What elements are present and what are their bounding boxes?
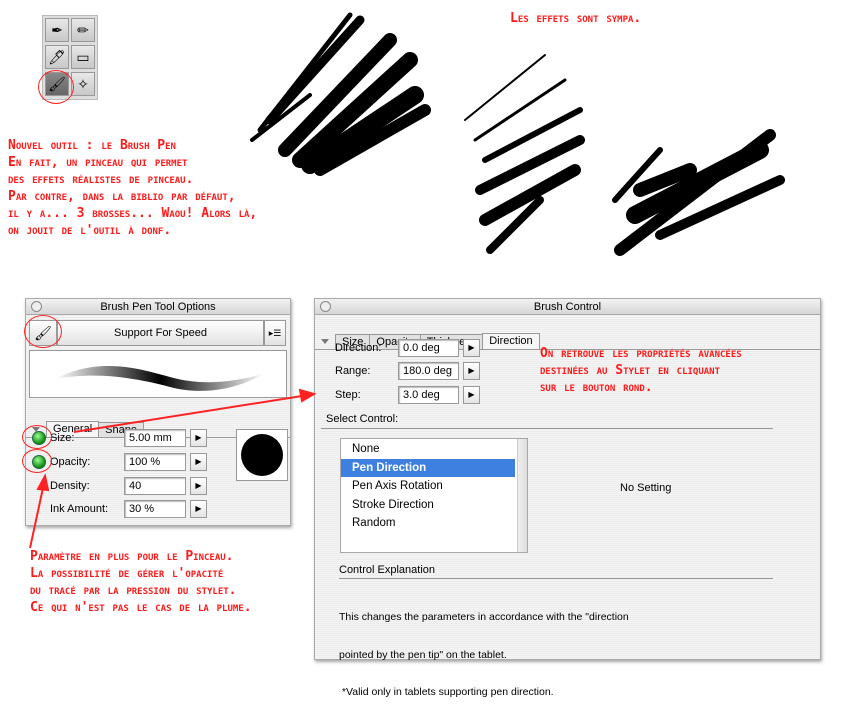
range-label: Range: (335, 365, 371, 377)
highlight-circle (38, 70, 74, 104)
direction-slider-arrow[interactable]: ▶ (463, 339, 480, 357)
control-explanation-text: This changes the parameters in accordanc… (339, 586, 629, 724)
panel-title: Brush Pen Tool Options (100, 301, 216, 313)
list-scrollbar[interactable] (517, 439, 527, 552)
highlight-circle (22, 449, 52, 473)
annotation-opacity: Paramètre en plus pour le Pinceau. La po… (30, 548, 252, 616)
text-line: This changes the parameters in accordanc… (339, 611, 629, 623)
opacity-slider-arrow[interactable]: ▶ (190, 453, 207, 471)
text-line: La possibilité de gérer l'opacité (30, 566, 224, 581)
panel-title-bar[interactable]: Brush Control (315, 299, 820, 315)
panel-title: Brush Control (533, 301, 602, 313)
brush-pen-tool-options-panel: Brush Pen Tool Options 🖌 Support For Spe… (25, 298, 291, 526)
text-line: En fait, un pinceau qui permet (8, 155, 188, 170)
brush-stroke-samples (250, 12, 785, 256)
arrow-head-icon (298, 388, 317, 403)
text-line: des effets réalistes de pinceau. (8, 172, 194, 187)
list-item-pen-direction[interactable]: Pen Direction (341, 458, 515, 477)
list-item-none[interactable]: None (341, 440, 515, 459)
density-input[interactable]: 40 (124, 477, 186, 495)
stroke-preview (29, 350, 287, 398)
preset-dropdown[interactable]: Support For Speed (57, 320, 264, 346)
highlight-circle (24, 315, 62, 348)
range-slider-arrow[interactable]: ▶ (463, 362, 480, 380)
text-line: Ce qui n'est pas le cas de la plume. (30, 600, 252, 615)
sparkle-brush-icon[interactable]: ✧ (71, 72, 95, 96)
highlight-circle (22, 425, 52, 449)
eraser-icon[interactable]: ▭ (71, 45, 95, 69)
range-input[interactable]: 180.0 deg (398, 362, 459, 380)
text-line: pointed by the pen tip" on the tablet. (339, 648, 507, 661)
annotation-stylet: On retrouve les propriétés avancées dest… (540, 345, 742, 396)
text-line: on jouit de l'outil à donf. (8, 223, 172, 238)
size-input[interactable]: 5.00 mm (124, 429, 186, 447)
pencil-icon[interactable]: ✏ (71, 18, 95, 42)
divider (321, 428, 773, 429)
close-button[interactable] (320, 301, 331, 312)
density-label: Density: (50, 480, 90, 492)
opacity-label: Opacity: (50, 456, 91, 468)
tab-direction[interactable]: Direction (482, 333, 540, 349)
text-line: Paramètre en plus pour le Pinceau. (30, 549, 234, 564)
ink-amount-slider-arrow[interactable]: ▶ (190, 500, 207, 518)
list-item-pen-axis-rotation[interactable]: Pen Axis Rotation (341, 477, 515, 496)
text-line: du tracé par la pression du stylet. (30, 583, 237, 598)
list-item-stroke-direction[interactable]: Stroke Direction (341, 496, 515, 515)
close-button[interactable] (31, 301, 42, 312)
select-control-label: Select Control: (326, 413, 399, 425)
divider (339, 578, 773, 579)
density-slider-arrow[interactable]: ▶ (190, 477, 207, 495)
size-slider-arrow[interactable]: ▶ (190, 429, 207, 447)
control-explanation-label: Control Explanation (339, 564, 436, 576)
text-line: *Valid only in tablets supporting pen di… (339, 686, 554, 698)
panel-title-bar[interactable]: Brush Pen Tool Options (26, 299, 290, 315)
annotation-effects: Les effets sont sympa. (510, 11, 642, 26)
ink-amount-input[interactable]: 30 % (124, 500, 186, 518)
direction-label: Direction: (335, 342, 382, 354)
panel-menu-icon[interactable]: ▸☰ (264, 320, 286, 346)
text-line: Nouvel outil : le Brush Pen (8, 138, 176, 153)
text-line: Par contre, dans la biblio par défaut, (8, 189, 236, 204)
text-line: il y a... 3 brosses... Waou! Alors là, (8, 206, 258, 221)
no-setting-text: No Setting (620, 482, 672, 494)
opacity-input[interactable]: 100 % (124, 453, 186, 471)
list-item-random[interactable]: Random (341, 514, 515, 533)
size-label: Size: (50, 432, 75, 444)
annotation-intro: Nouvel outil : le Brush Pen En fait, un … (8, 137, 257, 239)
step-input[interactable]: 3.0 deg (398, 386, 459, 404)
brush-shape-preview (236, 429, 288, 481)
pen-nib-icon[interactable]: ✒ (45, 18, 69, 42)
control-list[interactable]: None Pen Direction Pen Axis Rotation Str… (340, 438, 528, 553)
text-line: sur le bouton rond. (540, 380, 653, 395)
text-line: destinées au Stylet en cliquant (540, 363, 721, 378)
direction-input[interactable]: 0.0 deg (398, 339, 459, 357)
marker-icon[interactable]: 🖊 (45, 45, 69, 69)
step-label: Step: (335, 389, 361, 401)
text-line: On retrouve les propriétés avancées (540, 346, 742, 361)
step-slider-arrow[interactable]: ▶ (463, 386, 480, 404)
collapse-triangle-icon[interactable] (321, 339, 329, 344)
ink-amount-label: Ink Amount: (50, 503, 109, 515)
